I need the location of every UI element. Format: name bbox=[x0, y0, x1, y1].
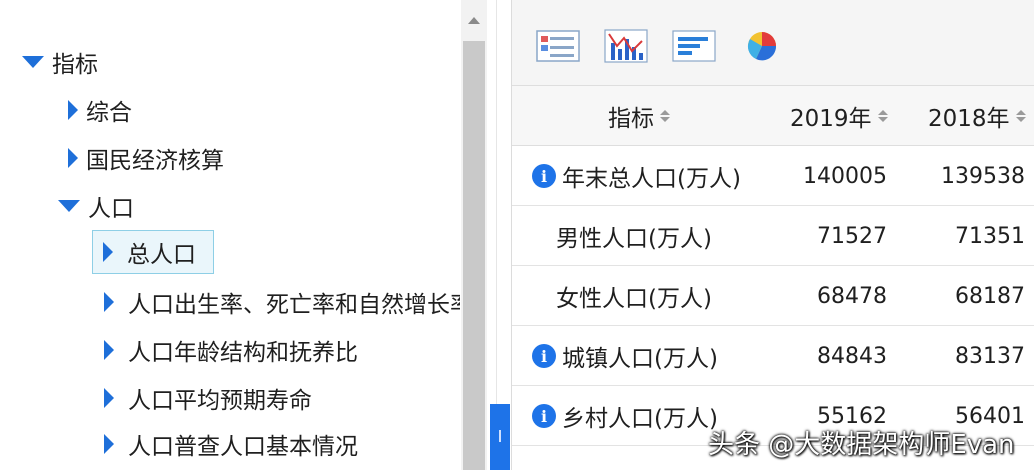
collapsed-caret-icon[interactable] bbox=[104, 388, 114, 408]
column-header-2018[interactable]: 2018年 bbox=[928, 86, 1026, 146]
scroll-up-arrow-icon[interactable] bbox=[461, 0, 487, 40]
collapsed-caret-icon[interactable] bbox=[104, 434, 114, 454]
bar-line-chart-icon[interactable] bbox=[604, 29, 648, 63]
indicator-tree-panel: 指标 综合 国民经济核算 人口 总人口 人口出生率、死亡率和自然增长率 人口年龄… bbox=[0, 0, 497, 470]
tree-node-label: 人口出生率、死亡率和自然增长率 bbox=[128, 292, 460, 318]
row-indicator-name: 乡村人口(万人) bbox=[562, 406, 718, 432]
tree-node-label: 指标 bbox=[52, 52, 98, 78]
collapsed-caret-icon[interactable] bbox=[104, 340, 114, 360]
row-indicator-name: 女性人口(万人) bbox=[556, 286, 712, 312]
cell-2019: 71527 bbox=[817, 223, 887, 249]
sort-icon[interactable] bbox=[877, 110, 888, 122]
collapsed-caret-icon[interactable] bbox=[68, 100, 78, 120]
column-header-label: 2018年 bbox=[928, 106, 1010, 132]
table-row: i 年末总人口(万人) 140005 139538 bbox=[512, 146, 1034, 206]
tree-node-label: 总人口 bbox=[127, 242, 196, 268]
sort-icon[interactable] bbox=[660, 110, 670, 122]
watermark-text: 头条 @大数据架构师Evan bbox=[708, 430, 1015, 460]
table-row: 女性人口(万人) 68478 68187 bbox=[512, 266, 1034, 326]
tree-scrollbar[interactable] bbox=[461, 0, 487, 470]
cell-2019: 84843 bbox=[817, 343, 887, 369]
row-indicator-name: 男性人口(万人) bbox=[556, 226, 712, 252]
column-header-2019[interactable]: 2019年 bbox=[790, 86, 888, 146]
collapsed-caret-icon[interactable] bbox=[103, 242, 113, 262]
column-header-label: 2019年 bbox=[790, 106, 872, 132]
sort-icon[interactable] bbox=[1015, 110, 1026, 122]
expanded-caret-icon[interactable] bbox=[58, 200, 80, 212]
row-indicator-name: 年末总人口(万人) bbox=[562, 166, 741, 192]
scrollbar-thumb[interactable] bbox=[463, 41, 485, 470]
data-table-panel: 指标 2019年 2018年 i 年末总人口(万人) 140005 139538… bbox=[511, 0, 1034, 470]
cell-2018: 83137 bbox=[955, 343, 1025, 369]
pie-chart-icon[interactable] bbox=[742, 29, 786, 63]
tree-node-census[interactable]: 人口普查人口基本情况 bbox=[104, 424, 358, 464]
view-toolbar bbox=[512, 0, 1034, 86]
tree-node-age-structure[interactable]: 人口年龄结构和抚养比 bbox=[104, 330, 358, 370]
table-header: 指标 2019年 2018年 bbox=[512, 86, 1034, 146]
tree-node-national-accounts[interactable]: 国民经济核算 bbox=[68, 138, 224, 178]
table-view-icon[interactable] bbox=[536, 29, 580, 63]
tree-node-label: 综合 bbox=[86, 100, 132, 126]
tree-node-birth-death-rate[interactable]: 人口出生率、死亡率和自然增长率 bbox=[104, 282, 460, 322]
info-icon[interactable]: i bbox=[532, 164, 556, 188]
table-row: 男性人口(万人) 71527 71351 bbox=[512, 206, 1034, 266]
tree-node-indicators[interactable]: 指标 bbox=[22, 42, 98, 82]
info-icon[interactable]: i bbox=[532, 404, 556, 428]
column-header-indicator[interactable]: 指标 bbox=[608, 86, 670, 146]
tree-node-label: 国民经济核算 bbox=[86, 148, 224, 174]
tree-node-label: 人口普查人口基本情况 bbox=[128, 434, 358, 460]
tree-node-label: 人口 bbox=[88, 196, 134, 222]
column-header-label: 指标 bbox=[608, 106, 654, 132]
tree-node-comprehensive[interactable]: 综合 bbox=[68, 90, 132, 130]
tree-node-label: 人口年龄结构和抚养比 bbox=[128, 340, 358, 366]
table-row: i 城镇人口(万人) 84843 83137 bbox=[512, 326, 1034, 386]
tree-node-population[interactable]: 人口 bbox=[58, 186, 134, 226]
info-icon[interactable]: i bbox=[532, 344, 556, 368]
cell-2018: 139538 bbox=[941, 163, 1025, 189]
tree-node-total-population[interactable]: 总人口 bbox=[92, 230, 214, 274]
horizontal-bar-chart-icon[interactable] bbox=[672, 29, 716, 63]
cell-2019: 140005 bbox=[803, 163, 887, 189]
expanded-caret-icon[interactable] bbox=[22, 56, 44, 68]
cell-2019: 68478 bbox=[817, 283, 887, 309]
tree-node-label: 人口平均预期寿命 bbox=[128, 388, 312, 414]
tree-node-life-expectancy[interactable]: 人口平均预期寿命 bbox=[104, 378, 312, 418]
collapsed-caret-icon[interactable] bbox=[104, 292, 114, 312]
row-indicator-name: 城镇人口(万人) bbox=[562, 346, 718, 372]
cell-2018: 71351 bbox=[955, 223, 1025, 249]
collapsed-caret-icon[interactable] bbox=[68, 148, 78, 168]
cell-2018: 68187 bbox=[955, 283, 1025, 309]
panel-splitter-handle[interactable] bbox=[490, 404, 510, 470]
